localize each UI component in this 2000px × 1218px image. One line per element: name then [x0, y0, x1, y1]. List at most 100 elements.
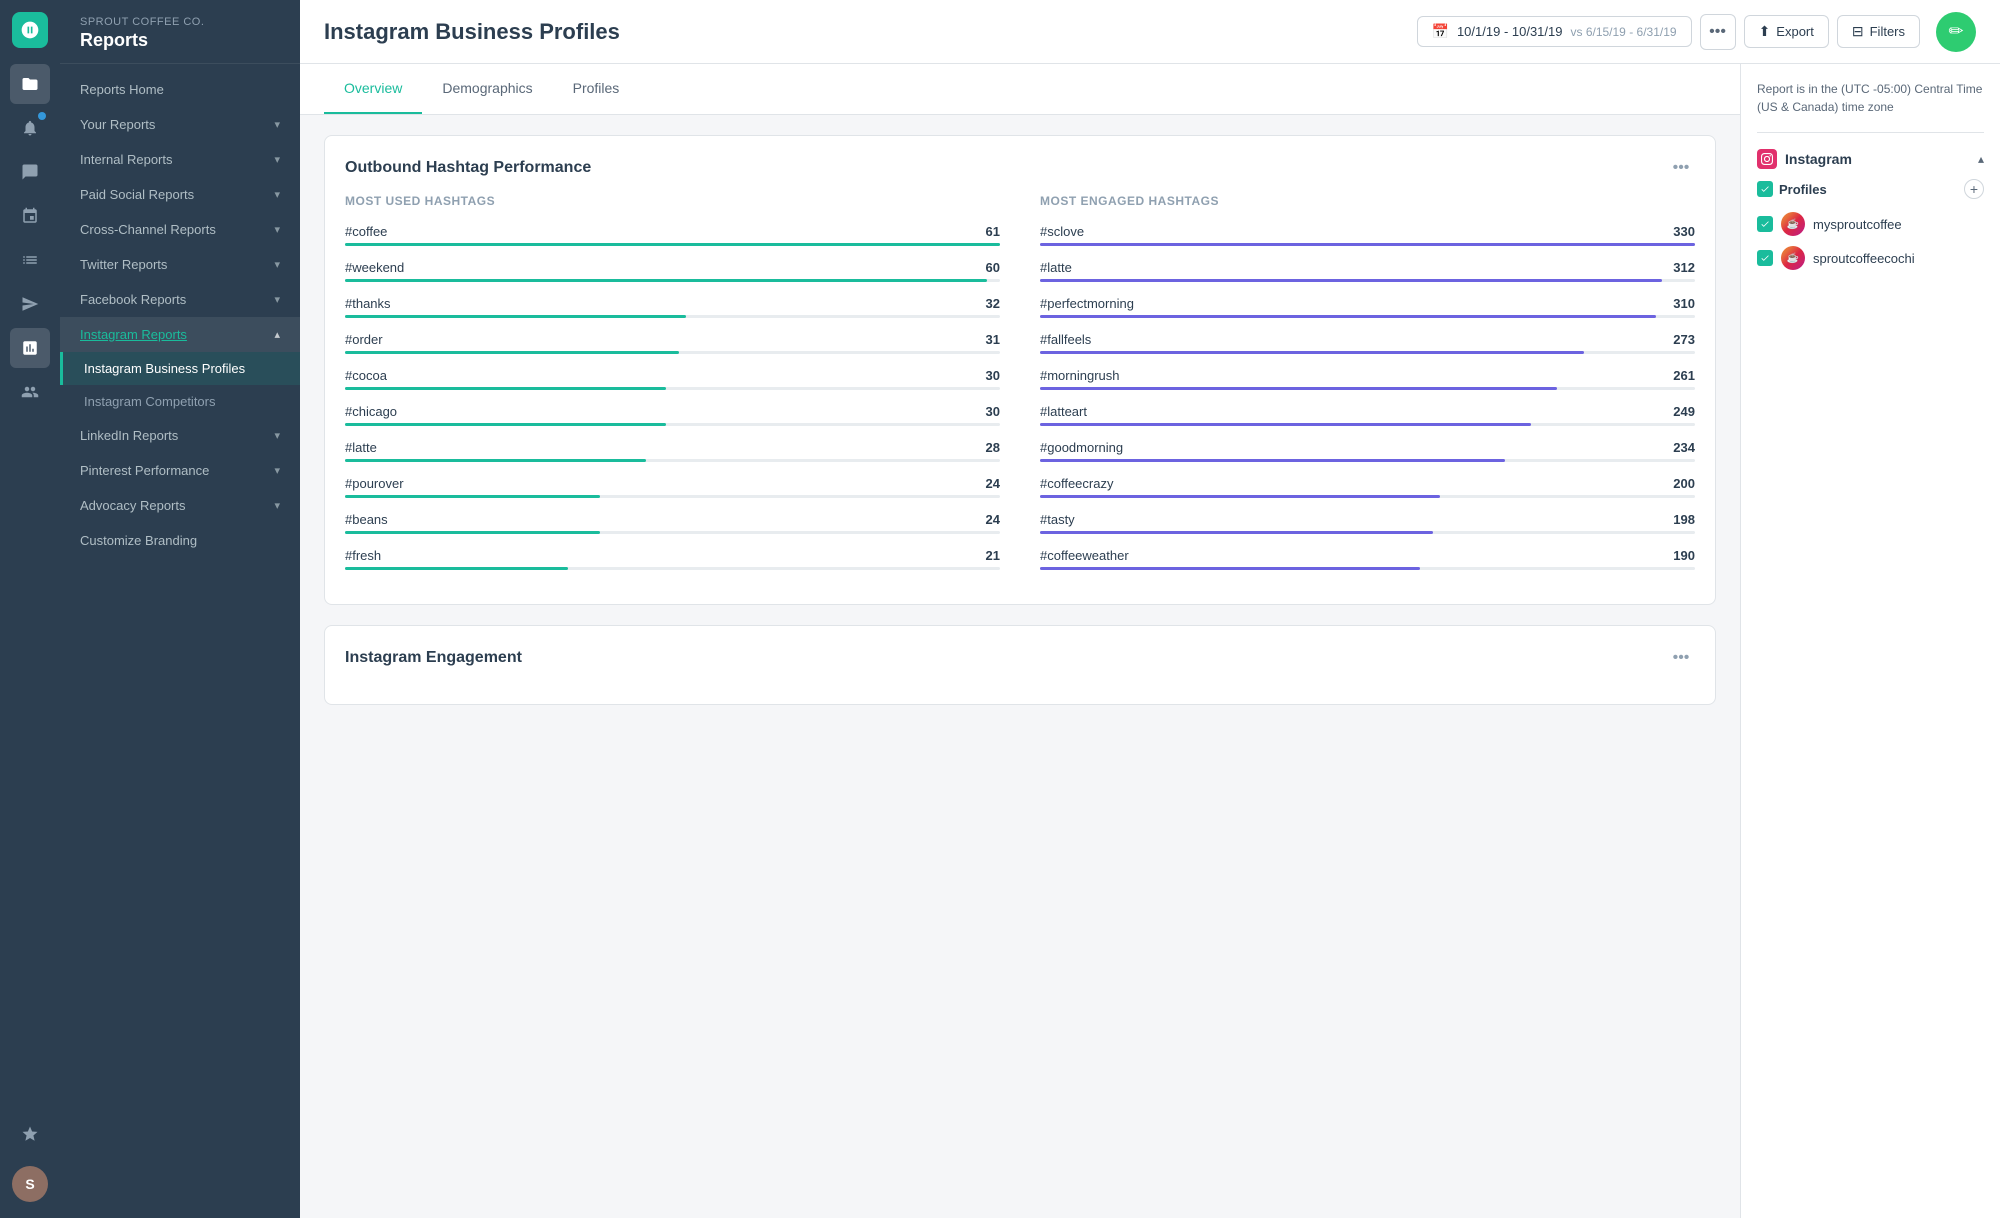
- top-bar-actions: 📅 10/1/19 - 10/31/19 vs 6/15/19 - 6/31/1…: [1417, 12, 1976, 52]
- filters-icon: ⊟: [1852, 23, 1864, 40]
- hashtag-row: #chicago 30: [345, 404, 1000, 426]
- sidebar-item-your-reports[interactable]: Your Reports ▾: [60, 107, 300, 142]
- platform-chevron-up[interactable]: ▴: [1978, 152, 1984, 166]
- hashtag-row: #sclove 330: [1040, 224, 1695, 246]
- profile-row[interactable]: ☕ mysproutcoffee: [1757, 207, 1984, 241]
- nav-icon-star[interactable]: [10, 1114, 50, 1154]
- nav-icon-send[interactable]: [10, 284, 50, 324]
- logo-icon[interactable]: [12, 12, 48, 48]
- sidebar-header: Sprout Coffee Co. Reports: [60, 0, 300, 64]
- chevron-down-icon: ▾: [274, 429, 280, 442]
- most-used-col: Most Used Hashtags #coffee 61 #weekend 6…: [345, 194, 1000, 584]
- hashtag-row: #fresh 21: [345, 548, 1000, 570]
- profiles-label-row: Profiles: [1757, 181, 1827, 197]
- profiles-checkbox[interactable]: [1757, 181, 1773, 197]
- tab-profiles[interactable]: Profiles: [553, 64, 640, 114]
- chevron-down-icon: ▾: [274, 118, 280, 131]
- hashtag-row: #weekend 60: [345, 260, 1000, 282]
- profile-row[interactable]: ☕ sproutcoffeecochi: [1757, 241, 1984, 275]
- hashtag-row: #fallfeels 273: [1040, 332, 1695, 354]
- sidebar-item-twitter[interactable]: Twitter Reports ▾: [60, 247, 300, 282]
- card-menu-button[interactable]: •••: [1667, 154, 1695, 182]
- profile-checkbox[interactable]: [1757, 250, 1773, 266]
- nav-icon-bell[interactable]: [10, 108, 50, 148]
- profile-name: mysproutcoffee: [1813, 217, 1902, 232]
- nav-icon-pin[interactable]: [10, 196, 50, 236]
- hashtag-row: #latte 312: [1040, 260, 1695, 282]
- hashtag-row: #coffeeweather 190: [1040, 548, 1695, 570]
- hashtag-row: #coffeecrazy 200: [1040, 476, 1695, 498]
- sidebar-item-instagram[interactable]: Instagram Reports ▴: [60, 317, 300, 352]
- compose-button[interactable]: ✏: [1936, 12, 1976, 52]
- most-engaged-col: Most Engaged Hashtags #sclove 330 #latte…: [1040, 194, 1695, 584]
- card2-title: Instagram Engagement: [345, 649, 522, 667]
- card2-menu-button[interactable]: •••: [1667, 644, 1695, 672]
- export-button[interactable]: ⬆ Export: [1744, 15, 1829, 48]
- company-name: Sprout Coffee Co.: [80, 16, 280, 28]
- platform-label: Instagram: [1785, 151, 1852, 167]
- hashtag-row: #coffee 61: [345, 224, 1000, 246]
- platform-header: Instagram ▴: [1757, 149, 1984, 169]
- hashtag-row: #tasty 198: [1040, 512, 1695, 534]
- more-options-button[interactable]: •••: [1700, 14, 1736, 50]
- sidebar-item-internal-reports[interactable]: Internal Reports ▾: [60, 142, 300, 177]
- card-title: Outbound Hashtag Performance: [345, 159, 591, 177]
- hashtag-row: #beans 24: [345, 512, 1000, 534]
- nav-icon-message[interactable]: [10, 152, 50, 192]
- page-title: Instagram Business Profiles: [324, 19, 620, 45]
- profiles-header: Profiles +: [1757, 179, 1984, 199]
- sidebar-item-pinterest[interactable]: Pinterest Performance ▾: [60, 453, 300, 488]
- chevron-down-icon: ▾: [274, 499, 280, 512]
- tab-overview[interactable]: Overview: [324, 64, 422, 114]
- col-header-engaged: Most Engaged Hashtags: [1040, 194, 1695, 208]
- sidebar-item-paid-social[interactable]: Paid Social Reports ▾: [60, 177, 300, 212]
- chevron-down-icon: ▾: [274, 223, 280, 236]
- sidebar-section-title: Reports: [80, 30, 280, 51]
- hashtag-table: Most Used Hashtags #coffee 61 #weekend 6…: [325, 194, 1715, 604]
- profile-list: ☕ mysproutcoffee ☕ sproutcoffeecochi: [1757, 207, 1984, 275]
- tabs-bar: Overview Demographics Profiles: [300, 64, 1740, 115]
- profile-checkbox[interactable]: [1757, 216, 1773, 232]
- nav-icon-chart[interactable]: [10, 328, 50, 368]
- primary-date: 10/1/19 - 10/31/19: [1457, 24, 1563, 39]
- calendar-icon: 📅: [1432, 23, 1449, 40]
- filters-button[interactable]: ⊟ Filters: [1837, 15, 1920, 48]
- sidebar-item-facebook[interactable]: Facebook Reports ▾: [60, 282, 300, 317]
- nav-icon-list[interactable]: [10, 240, 50, 280]
- hashtag-row: #perfectmorning 310: [1040, 296, 1695, 318]
- nav-icon-people[interactable]: [10, 372, 50, 412]
- instagram-platform-icon: [1757, 149, 1777, 169]
- chevron-down-icon: ▾: [274, 293, 280, 306]
- top-bar: Instagram Business Profiles 📅 10/1/19 - …: [300, 0, 2000, 64]
- profile-avatar: ☕: [1781, 246, 1805, 270]
- chevron-down-icon: ▾: [274, 188, 280, 201]
- instagram-engagement-card: Instagram Engagement •••: [324, 625, 1716, 705]
- hashtag-row: #pourover 24: [345, 476, 1000, 498]
- sidebar-item-advocacy[interactable]: Advocacy Reports ▾: [60, 488, 300, 523]
- sidebar-item-customize[interactable]: Customize Branding: [60, 523, 300, 558]
- sidebar-item-cross-channel[interactable]: Cross-Channel Reports ▾: [60, 212, 300, 247]
- cards-container: Outbound Hashtag Performance ••• Most Us…: [300, 115, 1740, 745]
- hashtag-performance-card: Outbound Hashtag Performance ••• Most Us…: [324, 135, 1716, 605]
- card-header: Outbound Hashtag Performance •••: [325, 136, 1715, 194]
- chevron-down-icon: ▾: [274, 153, 280, 166]
- add-profile-button[interactable]: +: [1964, 179, 1984, 199]
- hashtag-row: #cocoa 30: [345, 368, 1000, 390]
- profile-name: sproutcoffeecochi: [1813, 251, 1915, 266]
- chevron-down-icon: ▾: [274, 464, 280, 477]
- sidebar-subitem-instagram-competitors[interactable]: Instagram Competitors: [60, 385, 300, 418]
- sidebar-item-reports-home[interactable]: Reports Home: [60, 72, 300, 107]
- main-area: Instagram Business Profiles 📅 10/1/19 - …: [300, 0, 2000, 1218]
- user-avatar[interactable]: S: [12, 1166, 48, 1202]
- hashtag-row: #thanks 32: [345, 296, 1000, 318]
- used-hashtags-list: #coffee 61 #weekend 60 #thanks 32 #order…: [345, 224, 1000, 570]
- card2-header: Instagram Engagement •••: [325, 626, 1715, 684]
- tab-demographics[interactable]: Demographics: [422, 64, 552, 114]
- nav-icon-folder[interactable]: [10, 64, 50, 104]
- sidebar-item-linkedin[interactable]: LinkedIn Reports ▾: [60, 418, 300, 453]
- more-icon: •••: [1709, 23, 1726, 41]
- date-range-button[interactable]: 📅 10/1/19 - 10/31/19 vs 6/15/19 - 6/31/1…: [1417, 16, 1692, 47]
- sidebar-subitem-instagram-business[interactable]: Instagram Business Profiles: [60, 352, 300, 385]
- export-icon: ⬆: [1759, 23, 1771, 40]
- profile-avatar: ☕: [1781, 212, 1805, 236]
